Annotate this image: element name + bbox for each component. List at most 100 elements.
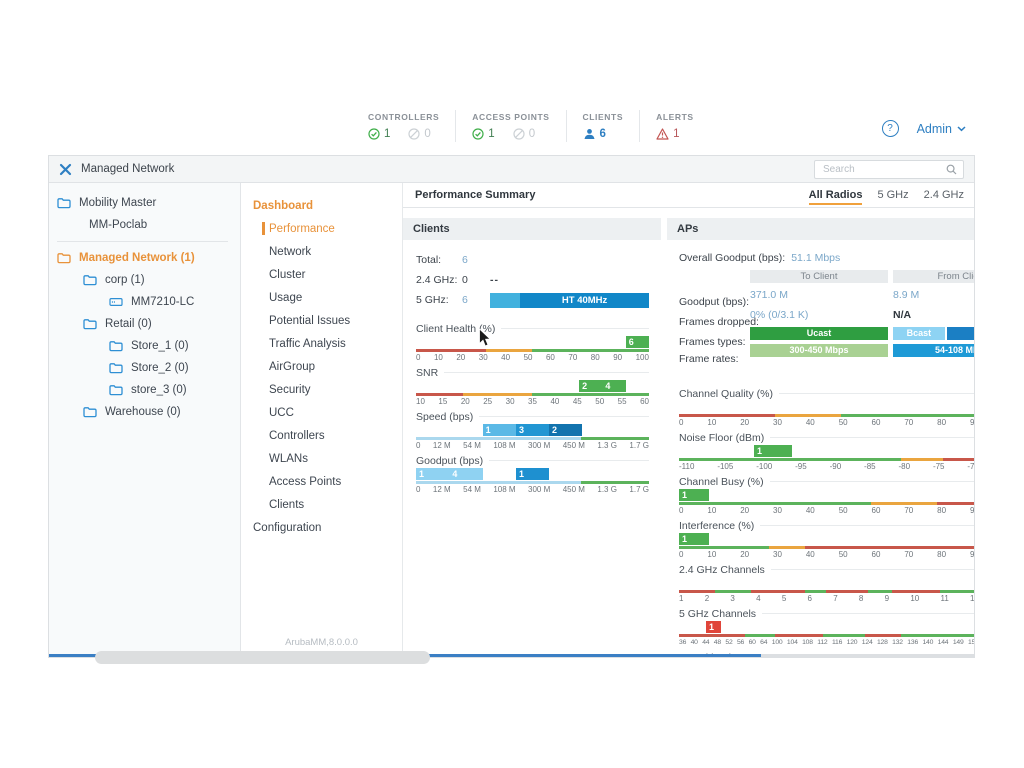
radio-tabs: All Radios5 GHz2.4 GHz	[809, 189, 964, 201]
tree-item-managed-network-1[interactable]: Managed Network (1)	[49, 247, 240, 269]
tick-label: 112	[817, 638, 827, 647]
tree-item-label: Managed Network (1)	[79, 252, 195, 264]
chart-axis	[679, 458, 974, 461]
tick-label: 0	[416, 353, 420, 362]
tree-item-retail-0[interactable]: Retail (0)	[49, 313, 240, 335]
nav-item-configuration[interactable]: Configuration	[241, 516, 402, 539]
axis-segment	[892, 590, 940, 593]
nav-item-controllers[interactable]: Controllers	[241, 424, 402, 447]
tick-label: 50	[839, 550, 848, 559]
tree-item-store-2-0[interactable]: Store_2 (0)	[49, 357, 240, 379]
chart-ticks: 0102030405060708090	[679, 418, 974, 427]
stat-access-points[interactable]: ACCESS POINTS10	[456, 112, 565, 140]
tree-item-label: Retail (0)	[105, 318, 152, 330]
stat-clients[interactable]: CLIENTS6	[567, 112, 640, 140]
chart-axis	[679, 634, 974, 637]
tree-item-corp-1[interactable]: corp (1)	[49, 269, 240, 291]
user-menu[interactable]: Admin	[917, 122, 966, 136]
nav-item-access-points[interactable]: Access Points	[241, 470, 402, 493]
axis-segment	[581, 481, 649, 484]
frame-bar: Bcast	[893, 327, 945, 340]
tab-all-radios[interactable]: All Radios	[809, 189, 863, 205]
search-input[interactable]	[821, 163, 946, 176]
chart-plot-area	[679, 577, 974, 590]
tick-label: 60	[872, 550, 881, 559]
tick-label: 1.3 G	[597, 441, 617, 450]
tick-label: 40	[501, 353, 510, 362]
folder-icon	[57, 252, 71, 264]
help-icon[interactable]: ?	[882, 120, 899, 137]
chart-bar: 4	[449, 468, 482, 480]
axis-segment	[868, 590, 892, 593]
tick-label: 54 M	[463, 441, 481, 450]
nav-item-traffic-analysis[interactable]: Traffic Analysis	[241, 332, 402, 355]
tick-label: 136	[907, 638, 918, 647]
tab-5-ghz[interactable]: 5 GHz	[877, 189, 908, 201]
stat-alerts[interactable]: ALERTS1	[640, 112, 710, 140]
chart-title: Speed (bps)	[416, 411, 473, 423]
axis-segment	[865, 634, 901, 637]
folder-icon	[109, 362, 123, 374]
axis-segment	[416, 349, 486, 352]
tick-label: 60	[749, 638, 756, 647]
chart-title: Interference (%)	[679, 520, 754, 532]
nav-item-airgroup[interactable]: AirGroup	[241, 355, 402, 378]
header-stats: CONTROLLERS10ACCESS POINTS10CLIENTS6ALER…	[352, 110, 710, 142]
search-box[interactable]	[814, 160, 964, 179]
aps-panel: APs Overall Goodput (bps): 51.1 Mbps To …	[667, 218, 974, 657]
chart-ticks: 0102030405060708090100	[416, 353, 649, 362]
folder-icon	[83, 274, 97, 286]
table-cell: 54-108 Mbps	[893, 344, 974, 357]
axis-segment	[679, 590, 715, 593]
nav-item-dashboard[interactable]: Dashboard	[241, 194, 402, 217]
stat-controllers[interactable]: CONTROLLERS10	[352, 112, 455, 140]
close-icon[interactable]	[59, 163, 72, 176]
tree-item-mobility-master[interactable]: Mobility Master	[49, 192, 240, 214]
summary-bar: Performance Summary All Radios5 GHz2.4 G…	[403, 183, 974, 208]
frame-bar: 300-450 Mbps	[750, 344, 888, 357]
tick-label: 48	[714, 638, 721, 647]
nav-item-label: Traffic Analysis	[269, 338, 346, 350]
tree-item-label: store_3 (0)	[131, 384, 187, 396]
nav-item-network[interactable]: Network	[241, 240, 402, 263]
tree-item-store-1-0[interactable]: Store_1 (0)	[49, 335, 240, 357]
tree-item-mm-poclab[interactable]: MM-Poclab	[49, 214, 240, 236]
tree-item-mm7210-lc[interactable]: MM7210-LC	[49, 291, 240, 313]
panels: Clients Total:62.4 GHz:0--5 GHz:6HT 40MH…	[403, 208, 974, 657]
nav-item-wlans[interactable]: WLANs	[241, 447, 402, 470]
tree-item-warehouse-0[interactable]: Warehouse (0)	[49, 401, 240, 423]
chart-title: 5 GHz Channels	[679, 608, 756, 620]
chart-title: Channel Quality (%)	[679, 388, 773, 400]
table-cell: N/A	[893, 307, 974, 323]
divider	[770, 481, 974, 482]
nav-item-ucc[interactable]: UCC	[241, 401, 402, 424]
nav-item-security[interactable]: Security	[241, 378, 402, 401]
chart-ticks: 3640444852566064100104108112116120124128…	[679, 638, 974, 647]
tick-label: 450 M	[563, 441, 585, 450]
tick-label: 36	[679, 638, 686, 647]
tick-label: 0	[679, 418, 683, 427]
chart-channel-busy: Channel Busy (%)10102030405060708090	[679, 475, 974, 515]
overall-goodput: Overall Goodput (bps): 51.1 Mbps	[679, 250, 974, 266]
nav-item-usage[interactable]: Usage	[241, 286, 402, 309]
nav-item-cluster[interactable]: Cluster	[241, 263, 402, 286]
tick-label: -75	[933, 462, 945, 471]
tick-label: 12 M	[433, 441, 451, 450]
chart-client-health: Client Health (%)60102030405060708090100	[416, 322, 649, 362]
tree-item-label: Mobility Master	[79, 197, 156, 209]
dashboard-nav: DashboardPerformanceNetworkClusterUsageP…	[241, 183, 403, 657]
chart-bar: 1	[679, 489, 709, 501]
nav-item-clients[interactable]: Clients	[241, 493, 402, 516]
tick-label: 10	[416, 397, 425, 406]
main-content: Performance Summary All Radios5 GHz2.4 G…	[403, 183, 974, 657]
tree-item-store-3-0[interactable]: store_3 (0)	[49, 379, 240, 401]
chart-title: Client Health (%)	[416, 323, 495, 335]
nav-item-label: Access Points	[269, 476, 341, 488]
tab-2-4-ghz[interactable]: 2.4 GHz	[924, 189, 964, 201]
tick-label: 1.3 G	[597, 485, 617, 494]
nav-item-performance[interactable]: Performance	[241, 217, 402, 240]
check-circle-icon	[472, 128, 484, 140]
tick-label: 20	[740, 506, 749, 515]
nav-item-potential-issues[interactable]: Potential Issues	[241, 309, 402, 332]
nav-item-label: WLANs	[269, 453, 308, 465]
